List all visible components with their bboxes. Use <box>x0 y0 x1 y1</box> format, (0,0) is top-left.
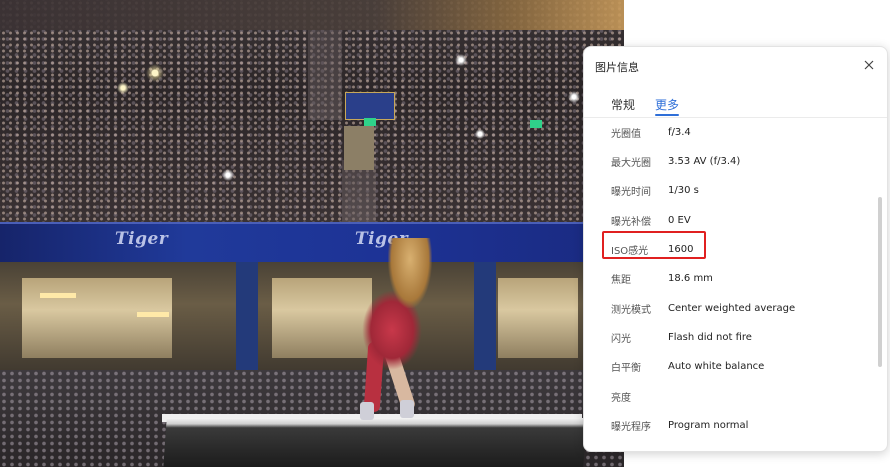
exif-value: 18.6 mm <box>668 273 713 285</box>
exif-row-max-aperture: 最大光圈 3.53 AV (f/3.4) <box>584 147 874 176</box>
exif-value: Program normal <box>668 419 749 431</box>
stage-platform <box>163 418 587 467</box>
performer-boot <box>400 400 414 418</box>
close-icon <box>864 60 874 70</box>
close-button[interactable] <box>861 57 877 73</box>
ceiling-light <box>137 312 169 317</box>
banner-logo-text: Tiger <box>115 229 169 249</box>
exif-key: 白平衡 <box>611 363 641 375</box>
exif-key: 亮度 <box>611 392 631 404</box>
exif-key: 测光模式 <box>611 304 651 316</box>
exif-key: 曝光程序 <box>611 421 651 433</box>
active-tab-indicator <box>655 114 679 116</box>
stand-banner <box>345 92 395 120</box>
iso-highlight-annotation <box>602 231 706 259</box>
exit-sign <box>364 118 376 126</box>
led-advertising-board <box>0 222 624 264</box>
tab-bar: 常规 更多 <box>584 91 887 118</box>
exif-row-flash: 闪光 Flash did not fire <box>584 323 874 352</box>
exif-row-exposure-program: 曝光程序 Program normal <box>584 411 874 440</box>
lit-suite-window <box>22 278 172 358</box>
exif-key: 闪光 <box>611 333 631 345</box>
dialog-title: 图片信息 <box>595 61 639 74</box>
exif-row-focal-length: 焦距 18.6 mm <box>584 264 874 293</box>
ceiling-light <box>40 293 76 298</box>
exif-key: 最大光圈 <box>611 158 651 170</box>
exif-row-exposure-time: 曝光时间 1/30 s <box>584 176 874 205</box>
exif-key: 光圈值 <box>611 128 641 140</box>
exif-key: 曝光时间 <box>611 187 651 199</box>
exit-sign <box>530 120 542 128</box>
exif-value: Center weighted average <box>668 302 796 314</box>
exif-value: Flash did not fire <box>668 331 752 343</box>
lit-suite-window <box>498 278 578 358</box>
performer-hair <box>388 238 432 308</box>
scrollbar-thumb[interactable] <box>878 197 882 367</box>
lit-suite-window <box>272 278 372 358</box>
exif-value: 0 EV <box>668 214 691 226</box>
stadium-roof-edge <box>0 0 624 30</box>
stand-stairway <box>308 30 342 120</box>
concert-photo: Tiger Tiger <box>0 0 624 467</box>
exif-key: 曝光补偿 <box>611 216 651 228</box>
exif-value: f/3.4 <box>668 126 691 138</box>
exif-row-white-balance: 白平衡 Auto white balance <box>584 352 874 381</box>
exif-value: Auto white balance <box>668 361 765 373</box>
tab-general[interactable]: 常规 <box>611 96 635 113</box>
exif-row-aperture: 光圈值 f/3.4 <box>584 117 874 147</box>
performer-boot <box>360 402 374 420</box>
stand-doorway <box>344 126 374 170</box>
exif-value: 3.53 AV (f/3.4) <box>668 156 741 168</box>
tab-more[interactable]: 更多 <box>655 96 679 113</box>
exif-row-brightness: 亮度 <box>584 381 874 410</box>
exif-value: 1/30 s <box>668 185 699 197</box>
exif-key: 焦距 <box>611 275 631 287</box>
exif-list[interactable]: 光圈值 f/3.4 最大光圈 3.53 AV (f/3.4) 曝光时间 1/30… <box>584 117 874 447</box>
exif-row-metering-mode: 测光模式 Center weighted average <box>584 293 874 322</box>
